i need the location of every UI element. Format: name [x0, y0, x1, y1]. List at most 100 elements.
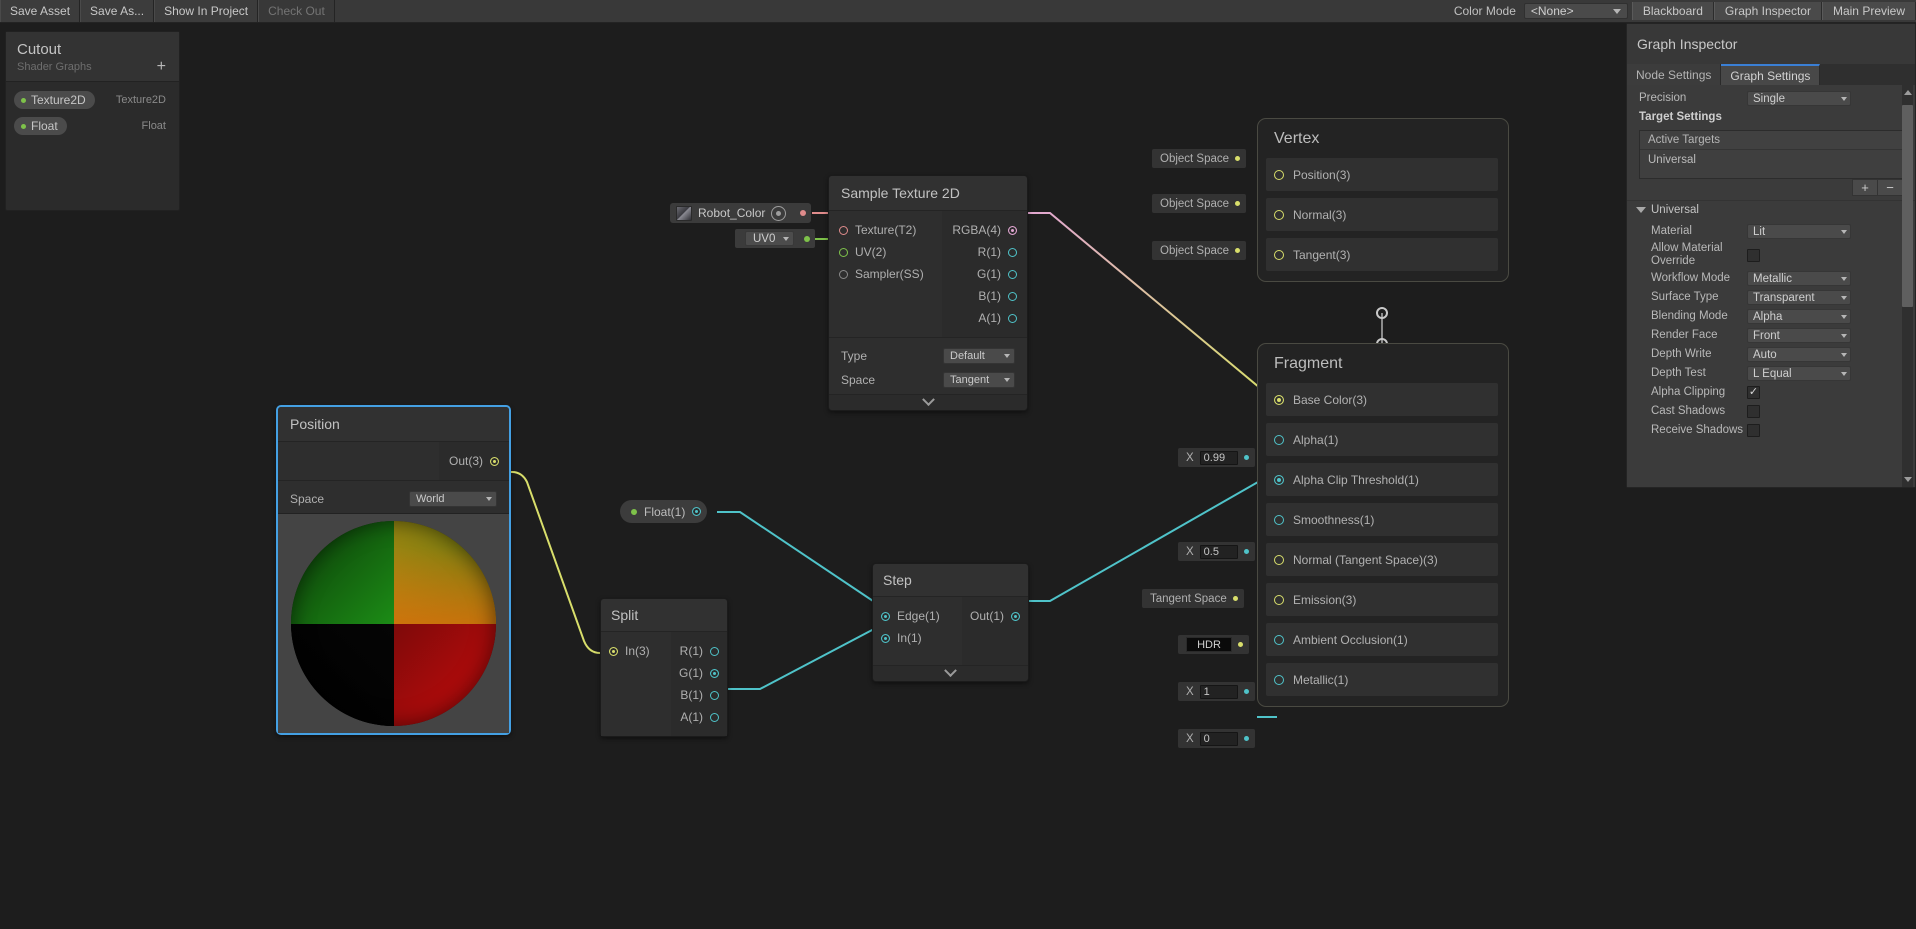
block-alpha[interactable]: Alpha(1) — [1266, 423, 1498, 456]
output-port-icon[interactable] — [692, 507, 702, 516]
block-normal-tangent-space[interactable]: Normal (Tangent Space)(3) — [1266, 543, 1498, 576]
workflow-mode-dropdown[interactable]: Metallic — [1747, 271, 1851, 286]
stack-fragment[interactable]: Fragment Base Color(3) Alpha(1) Alpha Cl… — [1257, 343, 1509, 707]
port-row-out[interactable]: Out(3) — [439, 450, 509, 472]
row-depth-test[interactable]: Depth Test L Equal — [1627, 364, 1915, 383]
output-port-icon[interactable] — [710, 646, 719, 656]
cast-shadows-checkbox[interactable] — [1747, 405, 1760, 418]
row-alpha-clipping[interactable]: Alpha Clipping ✓ — [1627, 383, 1915, 402]
output-port-icon[interactable] — [1008, 247, 1017, 257]
default-value-metallic[interactable]: X 0 — [1178, 729, 1255, 748]
output-port-icon[interactable] — [1008, 269, 1017, 279]
tab-node-settings[interactable]: Node Settings — [1627, 64, 1722, 85]
block-ambient-occlusion[interactable]: Ambient Occlusion(1) — [1266, 623, 1498, 656]
block-alpha-clip-threshold[interactable]: Alpha Clip Threshold(1) — [1266, 463, 1498, 496]
node-collapse-toggle[interactable] — [873, 664, 1028, 681]
row-allow-material-override[interactable]: Allow Material Override — [1627, 241, 1915, 269]
block-input-port-icon[interactable] — [1274, 169, 1284, 180]
blackboard-property-row[interactable]: Texture2D Texture2D — [14, 91, 171, 109]
output-port-icon[interactable] — [1008, 225, 1017, 235]
port-row-edge[interactable]: Edge(1) — [873, 605, 962, 627]
row-workflow-mode[interactable]: Workflow Mode Metallic — [1627, 269, 1915, 288]
block-input-port-icon[interactable] — [1274, 554, 1284, 565]
preview-toggle-icon[interactable] — [771, 205, 787, 221]
input-port-icon[interactable] — [881, 611, 890, 621]
node-robot-color-property[interactable]: Robot_Color — [670, 203, 812, 223]
property-pill[interactable]: Float — [14, 117, 67, 135]
setting-row-space[interactable]: Space World — [278, 487, 509, 511]
port-row-r[interactable]: R(1) — [671, 640, 727, 662]
output-port-icon[interactable] — [1008, 313, 1017, 323]
add-target-button[interactable]: + — [1852, 179, 1878, 196]
port-row-in[interactable]: In(1) — [873, 627, 962, 649]
port-row-texture[interactable]: Texture(T2) — [829, 219, 942, 241]
row-material[interactable]: Material Lit — [1627, 222, 1915, 241]
block-input-port-icon[interactable] — [1274, 594, 1284, 605]
color-mode-dropdown[interactable]: <None> — [1523, 3, 1628, 19]
blending-mode-dropdown[interactable]: Alpha — [1747, 309, 1851, 324]
active-target-item[interactable]: Universal — [1640, 150, 1902, 178]
port-row-a[interactable]: A(1) — [942, 307, 1027, 329]
output-port-icon[interactable] — [1011, 611, 1020, 621]
port-row-g[interactable]: G(1) — [942, 263, 1027, 285]
block-smoothness[interactable]: Smoothness(1) — [1266, 503, 1498, 536]
default-value-alpha[interactable]: X 0.99 — [1178, 448, 1255, 467]
blackboard-panel[interactable]: Cutout Shader Graphs + Texture2D Texture… — [5, 31, 180, 211]
tab-graph-settings[interactable]: Graph Settings — [1721, 64, 1821, 85]
block-vertex-tangent[interactable]: Tangent(3) — [1266, 238, 1498, 271]
default-value-vertex-normal[interactable]: Object Space — [1152, 194, 1247, 213]
input-port-icon[interactable] — [609, 646, 618, 656]
block-vertex-position[interactable]: Position(3) — [1266, 158, 1498, 191]
port-row-in[interactable]: In(3) — [601, 640, 671, 662]
port-row-b[interactable]: B(1) — [942, 285, 1027, 307]
block-input-port-icon[interactable] — [1274, 434, 1284, 445]
save-as-button[interactable]: Save As... — [80, 0, 155, 22]
uv-dropdown[interactable]: UV0 — [745, 231, 795, 246]
node-preview[interactable] — [278, 513, 509, 733]
port-row-uv[interactable]: UV(2) — [829, 241, 942, 263]
show-in-project-button[interactable]: Show In Project — [154, 0, 259, 22]
block-input-port-icon[interactable] — [1274, 634, 1284, 645]
default-value-vertex-position[interactable]: Object Space — [1152, 149, 1247, 168]
block-input-port-icon[interactable] — [1274, 474, 1284, 485]
row-depth-write[interactable]: Depth Write Auto — [1627, 345, 1915, 364]
blackboard-toggle[interactable]: Blackboard — [1631, 2, 1714, 20]
block-emission[interactable]: Emission(3) — [1266, 583, 1498, 616]
block-input-port-icon[interactable] — [1274, 514, 1284, 525]
space-dropdown[interactable]: World — [409, 491, 497, 507]
type-dropdown[interactable]: Default — [943, 348, 1015, 364]
universal-foldout[interactable]: Universal — [1627, 200, 1915, 219]
alpha-clipping-checkbox[interactable]: ✓ — [1747, 386, 1760, 399]
port-row-out[interactable]: Out(1) — [962, 605, 1028, 627]
block-vertex-normal[interactable]: Normal(3) — [1266, 198, 1498, 231]
block-input-port-icon[interactable] — [1274, 394, 1284, 405]
render-face-dropdown[interactable]: Front — [1747, 328, 1851, 343]
input-port-icon[interactable] — [881, 633, 890, 643]
row-receive-shadows[interactable]: Receive Shadows — [1627, 421, 1915, 440]
port-row-rgba[interactable]: RGBA(4) — [942, 219, 1027, 241]
graph-inspector-toggle[interactable]: Graph Inspector — [1713, 2, 1822, 20]
alpha-value-field[interactable]: 0.99 — [1199, 450, 1238, 465]
blackboard-property-row[interactable]: Float Float — [14, 117, 171, 135]
node-step[interactable]: Step Edge(1) In(1) Out(1) — [872, 563, 1029, 682]
block-base-color[interactable]: Base Color(3) — [1266, 383, 1498, 416]
save-asset-button[interactable]: Save Asset — [0, 0, 81, 22]
surface-type-dropdown[interactable]: Transparent — [1747, 290, 1851, 305]
precision-dropdown[interactable]: Single — [1747, 91, 1851, 106]
metallic-value-field[interactable]: 0 — [1199, 731, 1238, 746]
output-port-icon[interactable] — [710, 690, 719, 700]
default-value-emission[interactable]: HDR — [1178, 635, 1249, 654]
output-port-icon[interactable] — [490, 456, 499, 466]
receive-shadows-checkbox[interactable] — [1747, 424, 1760, 437]
property-pill[interactable]: Texture2D — [14, 91, 95, 109]
default-value-ambient-occlusion[interactable]: X 1 — [1178, 682, 1255, 701]
remove-target-button[interactable]: − — [1877, 179, 1903, 196]
output-port-dot[interactable] — [804, 235, 811, 242]
row-render-face[interactable]: Render Face Front — [1627, 326, 1915, 345]
port-row-r[interactable]: R(1) — [942, 241, 1027, 263]
inspector-scrollbar-thumb[interactable] — [1902, 105, 1913, 307]
port-row-g[interactable]: G(1) — [671, 662, 727, 684]
input-port-icon[interactable] — [839, 225, 848, 235]
add-property-icon[interactable]: + — [157, 59, 168, 75]
output-port-icon[interactable] — [1008, 291, 1017, 301]
